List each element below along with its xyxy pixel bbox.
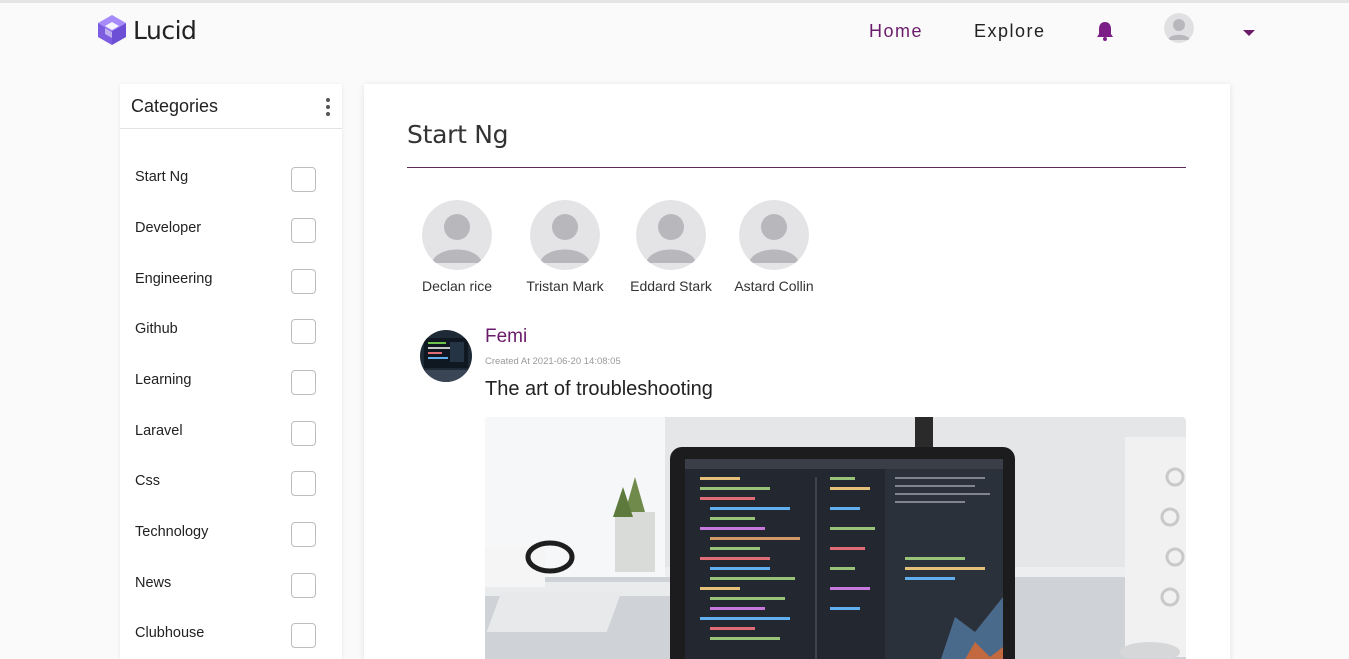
- author-photo: [420, 330, 472, 382]
- category-item-technology[interactable]: Technology: [120, 515, 342, 555]
- title-divider: [407, 167, 1186, 168]
- page-title: Start Ng: [407, 120, 509, 149]
- category-label: Clubhouse: [135, 625, 205, 641]
- lucid-logo-icon: [98, 15, 126, 45]
- avatar-placeholder-icon: [530, 200, 600, 270]
- category-label: Start Ng: [135, 169, 189, 185]
- member-name: Eddard Stark: [630, 278, 712, 294]
- category-item-css[interactable]: Css: [120, 464, 342, 504]
- avatar-placeholder-icon: [739, 200, 809, 270]
- user-avatar[interactable]: [1164, 13, 1194, 43]
- post-author-avatar[interactable]: [420, 330, 472, 382]
- member-declan-rice[interactable]: Declan rice: [407, 200, 507, 294]
- category-label: News: [135, 575, 172, 591]
- category-checkbox[interactable]: [291, 623, 316, 648]
- post-created-date: Created At 2021-06-20 14:08:05: [485, 356, 621, 367]
- category-label: Engineering: [135, 271, 213, 287]
- category-item-learning[interactable]: Learning: [120, 363, 342, 403]
- post-title[interactable]: The art of troubleshooting: [485, 378, 713, 401]
- category-checkbox[interactable]: [291, 218, 316, 243]
- categories-sidebar: Categories Start Ng Developer Engineerin…: [120, 84, 342, 659]
- category-item-developer[interactable]: Developer: [120, 211, 342, 251]
- category-item-news[interactable]: News: [120, 566, 342, 606]
- category-checkbox[interactable]: [291, 167, 316, 192]
- main-panel: Start Ng Declan rice Tristan Mark Eddard…: [364, 84, 1230, 659]
- nav-explore-link[interactable]: Explore: [974, 21, 1046, 42]
- category-checkbox[interactable]: [291, 370, 316, 395]
- category-label: Laravel: [135, 423, 183, 439]
- category-label: Github: [135, 321, 178, 337]
- avatar-placeholder-icon: [1164, 13, 1194, 43]
- category-checkbox[interactable]: [291, 421, 316, 446]
- kebab-menu-icon[interactable]: [324, 98, 332, 116]
- post-cover-image[interactable]: [485, 417, 1186, 659]
- caret-down-icon[interactable]: [1243, 30, 1255, 36]
- member-name: Tristan Mark: [526, 278, 604, 294]
- avatar: [636, 200, 706, 270]
- category-item-laravel[interactable]: Laravel: [120, 414, 342, 454]
- member-tristan-mark[interactable]: Tristan Mark: [515, 200, 615, 294]
- avatar: [739, 200, 809, 270]
- category-checkbox[interactable]: [291, 522, 316, 547]
- category-item-github[interactable]: Github: [120, 312, 342, 352]
- avatar-placeholder-icon: [636, 200, 706, 270]
- post-author-name[interactable]: Femi: [485, 326, 527, 348]
- category-item-engineering[interactable]: Engineering: [120, 262, 342, 302]
- member-eddard-stark[interactable]: Eddard Stark: [621, 200, 721, 294]
- category-checkbox[interactable]: [291, 319, 316, 344]
- category-item-start-ng[interactable]: Start Ng: [120, 160, 342, 200]
- logo-text: Lucid: [133, 15, 197, 45]
- category-item-clubhouse[interactable]: Clubhouse: [120, 616, 342, 656]
- avatar: [530, 200, 600, 270]
- avatar-placeholder-icon: [422, 200, 492, 270]
- bell-icon[interactable]: [1094, 20, 1116, 42]
- category-checkbox[interactable]: [291, 471, 316, 496]
- laptop-code-photo: [485, 417, 1186, 659]
- category-label: Learning: [135, 372, 192, 388]
- member-name: Astard Collin: [734, 278, 814, 294]
- sidebar-title: Categories: [131, 96, 219, 116]
- category-label: Technology: [135, 524, 209, 540]
- category-checkbox[interactable]: [291, 269, 316, 294]
- member-astard-collin[interactable]: Astard Collin: [724, 200, 824, 294]
- category-label: Developer: [135, 220, 202, 236]
- navbar: Lucid Home Explore: [0, 3, 1349, 59]
- logo[interactable]: Lucid: [95, 13, 197, 47]
- member-name: Declan rice: [421, 278, 493, 294]
- nav-home-link[interactable]: Home: [869, 21, 923, 42]
- category-label: Css: [135, 473, 160, 489]
- avatar: [422, 200, 492, 270]
- category-checkbox[interactable]: [291, 573, 316, 598]
- sidebar-header: Categories: [120, 84, 342, 129]
